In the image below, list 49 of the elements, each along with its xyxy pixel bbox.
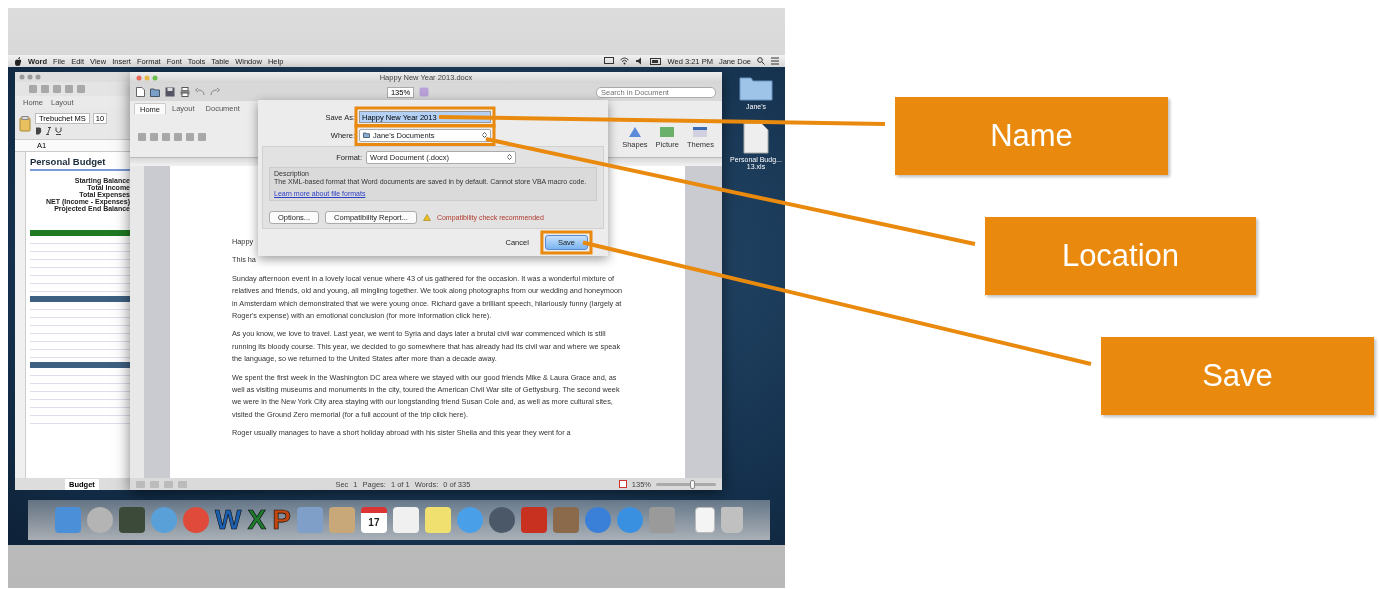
dock-app-icon[interactable] [552, 507, 579, 533]
document-icon [136, 87, 145, 97]
dock-app-icon[interactable] [392, 507, 419, 533]
dock-app-icon[interactable] [616, 507, 643, 533]
document-icon [743, 122, 769, 154]
apple-logo-icon [14, 56, 22, 66]
folder-icon [363, 132, 370, 138]
paste-clipboard-icon [19, 116, 31, 132]
dock-app-icon[interactable] [488, 507, 515, 533]
dock-app-icon[interactable] [151, 507, 178, 533]
menu-list-icon [771, 57, 779, 65]
italic-i-icon [45, 127, 52, 135]
dock-app-icon[interactable] [456, 507, 483, 533]
underline-u-icon [55, 127, 62, 135]
dock-document-icon[interactable] [694, 507, 715, 533]
updown-arrow-icon [507, 154, 512, 160]
folder-icon [739, 75, 773, 101]
printer-icon [180, 87, 190, 97]
search-icon [757, 57, 765, 65]
highlight-frame [540, 230, 593, 255]
dock-app-icon[interactable] [520, 507, 547, 533]
battery-icon [649, 57, 662, 65]
callout-label: Location [985, 217, 1256, 295]
zoom-slider-thumb[interactable] [690, 479, 695, 489]
callout-label: Save [1101, 337, 1374, 415]
picture-icon [659, 124, 676, 139]
sheet-title: Personal Budget [30, 156, 107, 167]
display-icon [603, 57, 614, 65]
dock-app-icon[interactable] [183, 507, 210, 533]
wifi-icon [619, 57, 629, 65]
trash-can-icon[interactable] [720, 507, 743, 533]
undo-arrow-icon [195, 88, 205, 96]
dock-app-icon[interactable] [119, 507, 146, 533]
dock-app-icon[interactable] [424, 507, 451, 533]
folder-icon [150, 87, 160, 97]
updown-arrow-icon [482, 132, 487, 138]
redo-arrow-icon [210, 88, 220, 96]
dock-app-icon[interactable] [328, 507, 355, 533]
window-buttons-icon [136, 74, 160, 81]
calendar-app-icon[interactable]: 17 [360, 507, 387, 533]
speaker-icon [634, 57, 644, 65]
error-check-icon [618, 480, 627, 488]
window-buttons-icon [19, 74, 43, 80]
dock-app-icon[interactable] [584, 507, 611, 533]
bold-b-icon [35, 127, 42, 135]
callout-label: Name [895, 97, 1168, 175]
dock-app-icon[interactable] [87, 507, 114, 533]
warning-icon [422, 214, 431, 221]
theme-swatch-icon [692, 124, 709, 139]
